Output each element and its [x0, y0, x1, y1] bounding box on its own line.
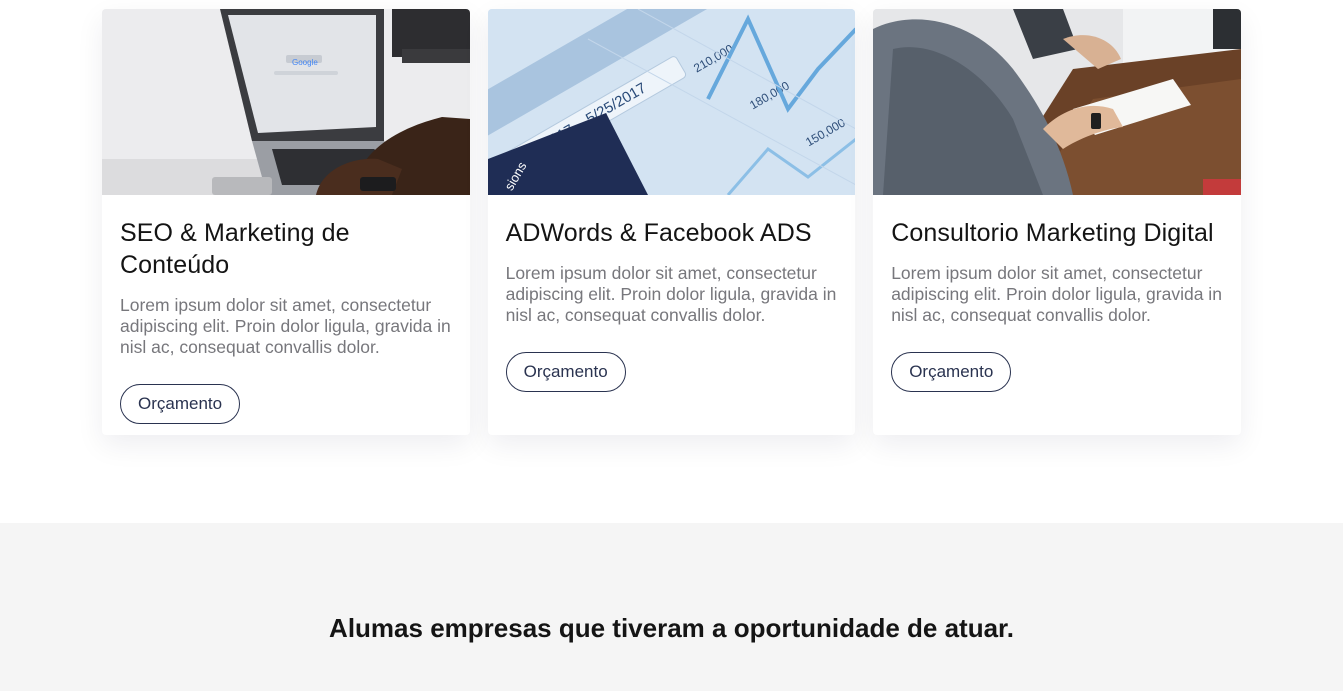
analytics-illustration: 5/12/2017 – 5/25/2017 210,000 180,000 15… [487, 9, 856, 195]
quote-button[interactable]: Orçamento [891, 352, 1012, 392]
card-description: Lorem ipsum dolor sit amet, consectetur … [120, 295, 451, 357]
meeting-illustration [873, 9, 1241, 195]
quote-button[interactable]: Orçamento [120, 384, 241, 424]
service-card-seo: Google SEO & Marketing de Conteúdo Lorem… [102, 9, 470, 435]
clients-heading-text: Alumas [329, 613, 431, 643]
card-description: Lorem ipsum dolor sit amet, consectetur … [891, 263, 1222, 325]
laptop-photo: Google [102, 9, 470, 195]
service-card-consulting: Consultorio Marketing Digital Lorem ipsu… [873, 9, 1241, 435]
clients-heading: Alumas empresas que tiveram a oportunida… [0, 612, 1343, 644]
svg-text:Google: Google [292, 58, 318, 67]
clients-section: Alumas empresas que tiveram a oportunida… [0, 523, 1343, 691]
laptop-illustration: Google [102, 9, 470, 195]
services-section: Google SEO & Marketing de Conteúdo Lorem… [102, 9, 1241, 435]
clients-heading-emphasis: empresas [430, 613, 552, 643]
quote-button[interactable]: Orçamento [505, 352, 626, 392]
card-title: ADWords & Facebook ADS [505, 219, 812, 247]
analytics-chart-photo: 5/12/2017 – 5/25/2017 210,000 180,000 15… [487, 9, 856, 195]
meeting-photo [873, 9, 1241, 195]
clients-heading-text-end: que tiveram a oportunidade de atuar. [551, 613, 1014, 643]
card-title: SEO & Marketing de Conteúdo [120, 219, 350, 279]
service-card-ads: 5/12/2017 – 5/25/2017 210,000 180,000 15… [487, 9, 856, 435]
card-description: Lorem ipsum dolor sit amet, consectetur … [505, 263, 837, 325]
card-title: Consultorio Marketing Digital [891, 219, 1214, 247]
